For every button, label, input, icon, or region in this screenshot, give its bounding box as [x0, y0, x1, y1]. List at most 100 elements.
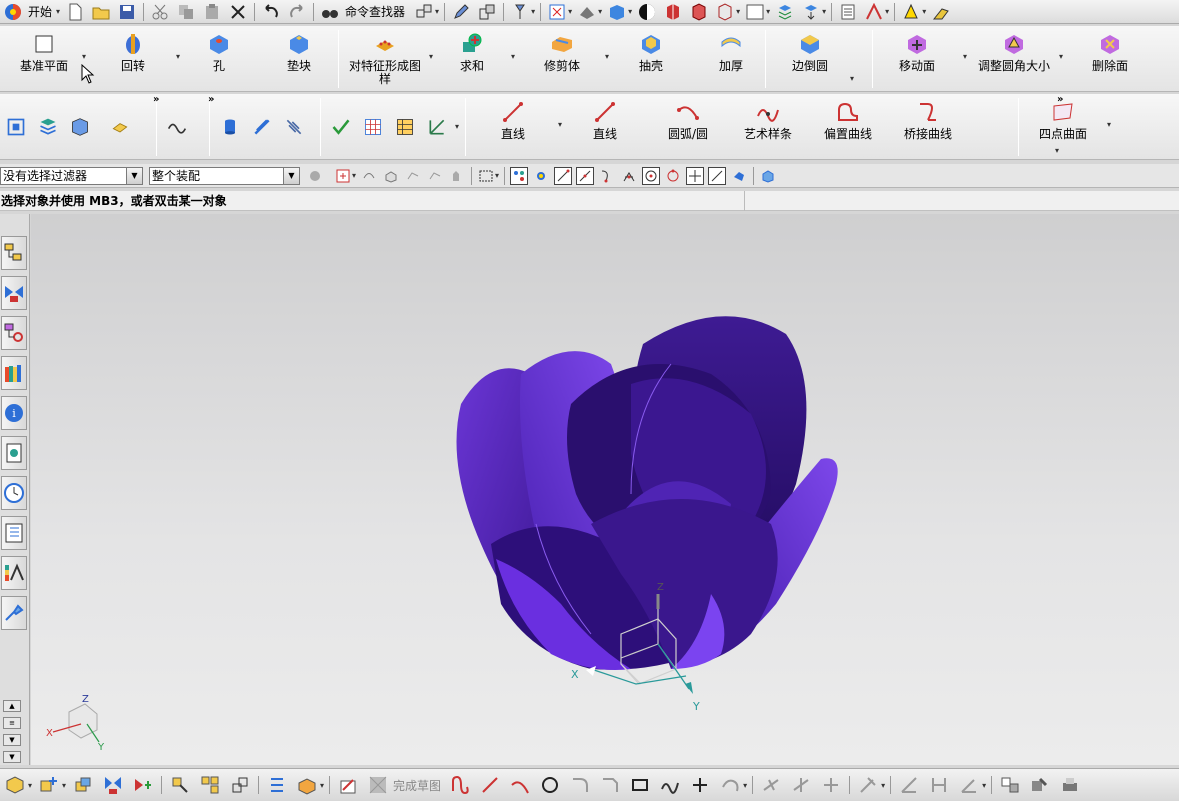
- revolve-button[interactable]: 回转 ▾: [98, 28, 180, 90]
- sketch-circle-icon[interactable]: [538, 773, 562, 797]
- move-object-icon[interactable]: [509, 2, 531, 22]
- drafting-icon[interactable]: [998, 773, 1022, 797]
- info-list-icon[interactable]: [837, 2, 859, 22]
- snap-center-icon[interactable]: [642, 166, 661, 185]
- sketch-icon[interactable]: [336, 773, 360, 797]
- chevron-down-icon[interactable]: ▼: [283, 167, 299, 184]
- snap-quadrant-icon[interactable]: [664, 167, 682, 185]
- select-all-icon[interactable]: [360, 167, 378, 185]
- filter-reset-icon[interactable]: [306, 167, 324, 185]
- type-filter-select[interactable]: 没有选择过滤器 ▼: [0, 166, 143, 185]
- dropdown-icon[interactable]: ▾: [982, 781, 986, 790]
- snap-on-surface-icon[interactable]: [730, 167, 748, 185]
- replace-component-icon[interactable]: [228, 773, 252, 797]
- more-chevron-icon[interactable]: »: [208, 94, 214, 105]
- web-browser-tab[interactable]: i: [1, 396, 27, 430]
- scroll-up-icon[interactable]: ▲: [3, 700, 21, 712]
- cut-icon[interactable]: [149, 2, 171, 22]
- dropdown-icon[interactable]: ▾: [435, 7, 439, 16]
- edit-sketch-icon[interactable]: [450, 2, 472, 22]
- snap-midpoint-icon[interactable]: [576, 166, 595, 185]
- quick-trim-icon[interactable]: [759, 773, 783, 797]
- unite-button[interactable]: 求和 ▾: [437, 28, 515, 90]
- constraint-icon[interactable]: [856, 773, 880, 797]
- constraint-navigator-tab[interactable]: [1, 276, 27, 310]
- delete-icon[interactable]: [227, 2, 249, 22]
- line-button[interactable]: 直线 ▾: [470, 96, 562, 158]
- scope-select[interactable]: 整个装配 ▼: [149, 166, 300, 185]
- axis-tool-icon[interactable]: [425, 115, 449, 139]
- table-icon[interactable]: [361, 115, 385, 139]
- clock-tab[interactable]: [1, 476, 27, 510]
- studio-spline-button[interactable]: 艺术样条: [728, 96, 808, 158]
- snap-multi-icon[interactable]: [532, 167, 550, 185]
- print-icon[interactable]: [1058, 773, 1082, 797]
- wireframe-box-icon[interactable]: [688, 2, 710, 22]
- new-file-icon[interactable]: [64, 2, 86, 22]
- arc-circle-button[interactable]: 圆弧/圆: [648, 96, 728, 158]
- measure-icon[interactable]: [863, 2, 885, 22]
- more-chevron-icon[interactable]: »: [153, 94, 159, 105]
- bridge-curve-button[interactable]: 桥接曲线: [888, 96, 968, 158]
- dropdown-icon[interactable]: ▾: [568, 7, 572, 16]
- dropdown-icon[interactable]: ▾: [885, 7, 889, 16]
- face-select-icon[interactable]: [404, 167, 422, 185]
- snap-solid-icon[interactable]: [759, 167, 777, 185]
- shell-button[interactable]: 抽壳: [621, 28, 681, 90]
- render-style-icon[interactable]: [576, 2, 598, 22]
- hand-select-icon[interactable]: [448, 167, 466, 185]
- move-component-icon[interactable]: [131, 773, 155, 797]
- selection-tools-icon[interactable]: [413, 2, 435, 22]
- pattern-feature-button[interactable]: 对特征形成图 样 ▾: [343, 28, 433, 90]
- history-tab[interactable]: [1, 436, 27, 470]
- sketch-point-icon[interactable]: [688, 773, 712, 797]
- roles-tab[interactable]: [1, 556, 27, 590]
- section-view-icon[interactable]: [636, 2, 658, 22]
- eraser-icon[interactable]: [108, 115, 132, 139]
- dropdown-icon[interactable]: ▾: [455, 122, 459, 131]
- snap-line-icon[interactable]: [554, 166, 573, 185]
- curve-tool-icon[interactable]: [165, 115, 189, 139]
- assembly-component-icon[interactable]: [3, 773, 27, 797]
- layer-settings-icon[interactable]: [774, 2, 796, 22]
- view-tools-icon[interactable]: [1028, 773, 1052, 797]
- open-folder-icon[interactable]: [90, 2, 112, 22]
- reference-set-icon[interactable]: [168, 773, 192, 797]
- analysis-icon[interactable]: [900, 2, 922, 22]
- chevron-down-icon[interactable]: ▼: [126, 167, 142, 184]
- new-component-icon[interactable]: [71, 773, 95, 797]
- graphics-window[interactable]: Z X Y Z X Y: [31, 214, 1179, 765]
- make-corner-icon[interactable]: [819, 773, 843, 797]
- dropdown-icon[interactable]: ▾: [320, 781, 324, 790]
- dropdown-icon[interactable]: ▾: [1107, 120, 1111, 129]
- move-layer-icon[interactable]: [800, 2, 822, 22]
- scroll-down-icon[interactable]: ▼: [3, 734, 21, 746]
- dropdown-icon[interactable]: ▾: [743, 781, 747, 790]
- system-materials-tab[interactable]: [1, 596, 27, 630]
- layer-grid-icon[interactable]: [68, 115, 92, 139]
- assembly-navigator-tab[interactable]: [1, 236, 27, 270]
- edge-select-icon[interactable]: [426, 167, 444, 185]
- offset-curve-button[interactable]: 偏置曲线: [808, 96, 888, 158]
- rectangle-select-icon[interactable]: [477, 167, 495, 185]
- resize-blend-button[interactable]: 调整圆角大小 ▾: [975, 28, 1063, 90]
- dropdown-icon[interactable]: ▾: [963, 52, 967, 61]
- dropdown-icon[interactable]: ▾: [822, 7, 826, 16]
- paste-icon[interactable]: [201, 2, 223, 22]
- snap-intersection-icon[interactable]: [620, 167, 638, 185]
- dropdown-icon[interactable]: ▾: [176, 52, 180, 61]
- dropdown-icon[interactable]: ▾: [628, 7, 632, 16]
- flower-model[interactable]: [456, 316, 838, 670]
- dropdown-icon[interactable]: ▾: [922, 7, 926, 16]
- background-color-icon[interactable]: [744, 2, 766, 22]
- start-dropdown-icon[interactable]: ▾: [56, 7, 60, 16]
- layer-stack-icon[interactable]: [36, 115, 60, 139]
- reuse-library-tab[interactable]: [1, 356, 27, 390]
- save-icon[interactable]: [116, 2, 138, 22]
- start-menu-button[interactable]: 开始: [28, 3, 52, 20]
- binoculars-icon[interactable]: [319, 2, 341, 22]
- snap-on-curve-icon[interactable]: [708, 166, 727, 185]
- dropdown-icon[interactable]: ▾: [598, 7, 602, 16]
- snap-endpoint-icon[interactable]: [510, 166, 529, 185]
- dropdown-icon[interactable]: ▾: [511, 52, 515, 61]
